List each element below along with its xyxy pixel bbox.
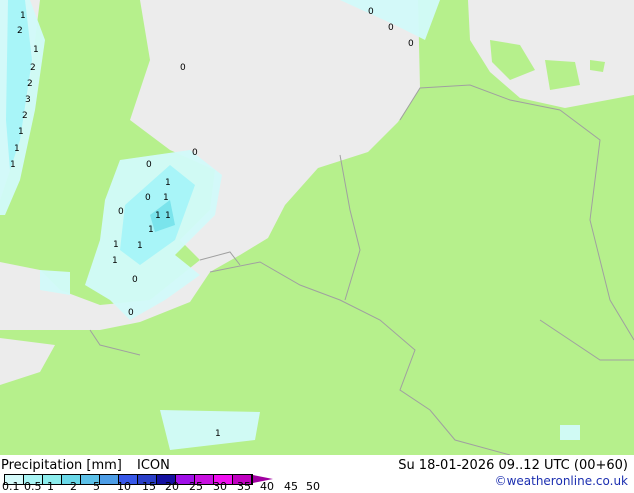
scale-tick: 45	[284, 480, 298, 493]
precip-value-label: 0	[388, 23, 394, 33]
precip-value-label: 2	[27, 79, 33, 89]
scale-overflow-arrow	[253, 475, 273, 483]
precip-value-label: 1	[10, 160, 16, 170]
precip-value-label: 0	[146, 160, 152, 170]
credit-link[interactable]: ©weatheronline.co.uk	[495, 474, 628, 488]
precip-value-label: 1	[155, 211, 161, 221]
model-name: ICON	[137, 458, 170, 473]
precip-value-label: 1	[18, 127, 24, 137]
legend-title: Precipitation [mm]	[1, 458, 122, 473]
precip-value-label: 1	[113, 240, 119, 250]
precip-value-label: 2	[30, 63, 36, 73]
precip-value-label: 0	[128, 308, 134, 318]
precipitation-map: 12122321111111111110000000000	[0, 0, 634, 455]
precip-value-label: 1	[112, 256, 118, 266]
precip-value-label: 2	[22, 111, 28, 121]
scale-tick: 5	[93, 480, 100, 493]
forecast-datetime: Su 18-01-2026 09..12 UTC (00+60)	[398, 458, 628, 473]
scale-tick: 0.1	[2, 480, 20, 493]
precip-value-label: 0	[408, 39, 414, 49]
scale-tick: 25	[189, 480, 203, 493]
precip-value-label: 1	[148, 225, 154, 235]
scale-tick: 10	[117, 480, 131, 493]
scale-tick: 35	[237, 480, 251, 493]
scale-tick: 30	[213, 480, 227, 493]
precip-value-label: 1	[165, 211, 171, 221]
precip-value-label: 0	[192, 148, 198, 158]
precip-value-label: 1	[215, 429, 221, 439]
scale-tick: 50	[306, 480, 320, 493]
scale-tick: 20	[165, 480, 179, 493]
precip-value-label: 0	[118, 207, 124, 217]
scale-tick: 1	[47, 480, 54, 493]
precip-value-label: 0	[132, 275, 138, 285]
precip-value-label: 3	[25, 95, 31, 105]
precip-value-label: 0	[368, 7, 374, 17]
precip-value-label: 0	[145, 193, 151, 203]
precip-value-label: 1	[14, 144, 20, 154]
precip-value-label: 1	[20, 11, 26, 21]
scale-tick: 0.5	[24, 480, 42, 493]
precip-value-label: 1	[33, 45, 39, 55]
precip-value-label: 2	[17, 26, 23, 36]
scale-tick: 2	[70, 480, 77, 493]
precip-value-label: 1	[165, 178, 171, 188]
precip-value-label: 1	[137, 241, 143, 251]
precip-value-label: 1	[163, 193, 169, 203]
precip-value-label: 0	[180, 63, 186, 73]
scale-tick: 15	[142, 480, 156, 493]
